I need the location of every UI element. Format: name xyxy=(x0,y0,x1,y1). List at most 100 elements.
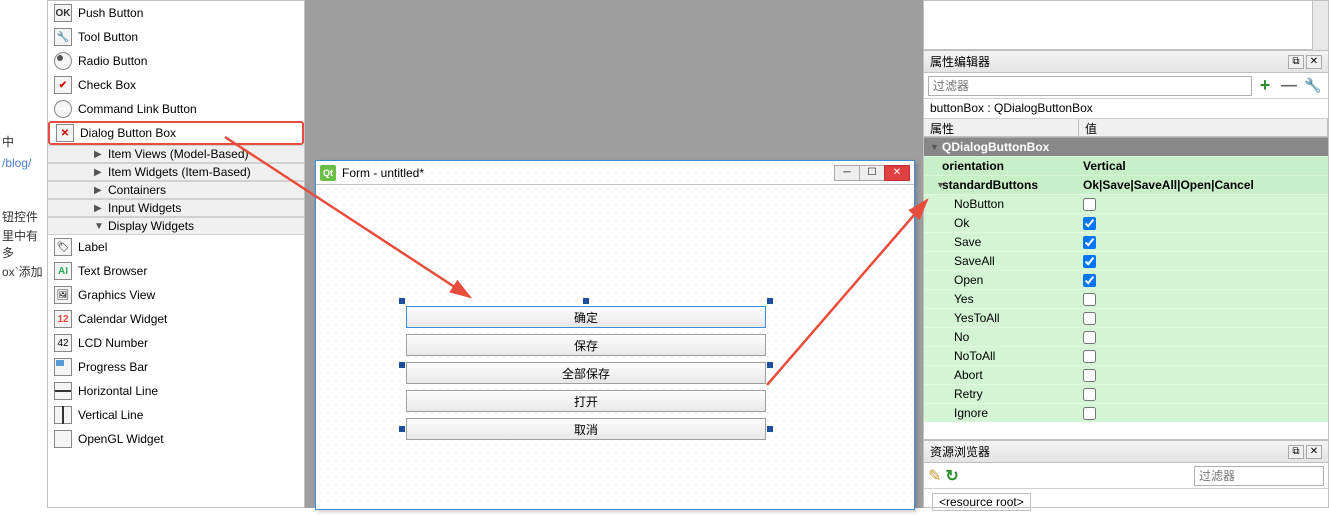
widget-label: Check Box xyxy=(78,78,136,92)
opt-notoall[interactable]: NoToAll xyxy=(924,346,1328,365)
blog-link[interactable]: /blog/ xyxy=(2,156,31,170)
widget-label: Vertical Line xyxy=(78,408,143,422)
category-display-widgets[interactable]: ▼Display Widgets xyxy=(48,217,304,235)
checkbox-notoall[interactable] xyxy=(1083,350,1096,363)
qt-icon: Qt xyxy=(320,165,336,181)
chevron-right-icon: ▶ xyxy=(94,149,102,160)
widget-label: Dialog Button Box xyxy=(80,126,176,140)
remove-property-button[interactable]: — xyxy=(1278,75,1300,97)
resource-browser-panel: 资源浏览器 ⧉ ✕ ✎ ↻ <resource root> xyxy=(923,440,1329,508)
chevron-down-icon[interactable]: ▼ xyxy=(930,142,942,152)
widget-tool-button[interactable]: 🔧Tool Button xyxy=(48,25,304,49)
widget-label: Calendar Widget xyxy=(78,312,167,326)
opt-abort[interactable]: Abort xyxy=(924,365,1328,384)
widget-dialog-button-box[interactable]: ✕Dialog Button Box xyxy=(48,121,304,145)
checkbox-open[interactable] xyxy=(1083,274,1096,287)
opt-yestoall[interactable]: YesToAll xyxy=(924,308,1328,327)
widget-box-panel: OKPush Button 🔧Tool Button Radio Button … xyxy=(47,0,305,508)
close-panel-button[interactable]: ✕ xyxy=(1306,55,1322,69)
opt-no[interactable]: No xyxy=(924,327,1328,346)
button-save[interactable]: 保存 xyxy=(406,334,766,356)
checkbox-no[interactable] xyxy=(1083,331,1096,344)
opt-ignore[interactable]: Ignore xyxy=(924,403,1328,422)
widget-label: LCD Number xyxy=(78,336,148,350)
close-panel-button[interactable]: ✕ xyxy=(1306,445,1322,459)
resource-tree[interactable]: <resource root> xyxy=(924,489,1328,515)
checkbox-nobutton[interactable] xyxy=(1083,198,1096,211)
widget-text-browser[interactable]: AIText Browser xyxy=(48,259,304,283)
widget-label: Command Link Button xyxy=(78,102,197,116)
design-canvas[interactable]: Qt Form - untitled* ─ ☐ ✕ 确定 保存 全部保存 打开 … xyxy=(305,0,923,508)
form-titlebar[interactable]: Qt Form - untitled* ─ ☐ ✕ xyxy=(316,161,914,185)
checkbox-yestoall[interactable] xyxy=(1083,312,1096,325)
resource-filter-input[interactable] xyxy=(1194,466,1324,486)
object-inspector-panel xyxy=(923,0,1329,50)
widget-label: OpenGL Widget xyxy=(78,432,164,446)
scrollbar[interactable] xyxy=(1312,1,1328,51)
button-cancel[interactable]: 取消 xyxy=(406,418,766,440)
widget-label: Horizontal Line xyxy=(78,384,158,398)
property-filter-input[interactable] xyxy=(928,76,1252,96)
checkbox-yes[interactable] xyxy=(1083,293,1096,306)
widget-vertical-line[interactable]: Vertical Line xyxy=(48,403,304,427)
opt-saveall[interactable]: SaveAll xyxy=(924,251,1328,270)
property-class-row[interactable]: ▼QDialogButtonBox xyxy=(924,137,1328,156)
minimize-button[interactable]: ─ xyxy=(834,165,860,181)
dock-button[interactable]: ⧉ xyxy=(1288,55,1304,69)
chevron-right-icon: ▶ xyxy=(94,203,102,214)
resource-browser-header[interactable]: 资源浏览器 ⧉ ✕ xyxy=(924,441,1328,463)
property-editor-panel: 属性编辑器 ⧉ ✕ + — 🔧 buttonBox : QDialogButto… xyxy=(923,50,1329,440)
widget-progress-bar[interactable]: Progress Bar xyxy=(48,355,304,379)
opt-save[interactable]: Save xyxy=(924,232,1328,251)
button-ok[interactable]: 确定 xyxy=(406,306,766,328)
checkbox-ok[interactable] xyxy=(1083,217,1096,230)
opt-open[interactable]: Open xyxy=(924,270,1328,289)
resource-root[interactable]: <resource root> xyxy=(932,493,1031,511)
form-title: Form - untitled* xyxy=(342,166,424,180)
widget-radio-button[interactable]: Radio Button xyxy=(48,49,304,73)
property-editor-header[interactable]: 属性编辑器 ⧉ ✕ xyxy=(924,51,1328,73)
dock-button[interactable]: ⧉ xyxy=(1288,445,1304,459)
maximize-button[interactable]: ☐ xyxy=(859,165,885,181)
widget-label-text: Label xyxy=(78,240,107,254)
category-item-views[interactable]: ▶Item Views (Model-Based) xyxy=(48,145,304,163)
dialog-button-box[interactable]: 确定 保存 全部保存 打开 取消 xyxy=(406,306,766,446)
settings-button[interactable]: 🔧 xyxy=(1302,75,1324,97)
widget-horizontal-line[interactable]: Horizontal Line xyxy=(48,379,304,403)
category-item-widgets[interactable]: ▶Item Widgets (Item-Based) xyxy=(48,163,304,181)
category-containers[interactable]: ▶Containers xyxy=(48,181,304,199)
checkbox-retry[interactable] xyxy=(1083,388,1096,401)
close-button[interactable]: ✕ xyxy=(884,165,910,181)
chevron-right-icon: ▶ xyxy=(94,167,102,178)
checkbox-saveall[interactable] xyxy=(1083,255,1096,268)
reload-resources-button[interactable]: ↻ xyxy=(945,466,958,486)
opt-nobutton[interactable]: NoButton xyxy=(924,194,1328,213)
checkbox-ignore[interactable] xyxy=(1083,407,1096,420)
property-standard-buttons[interactable]: ▼standardButtonsOk|Save|SaveAll|Open|Can… xyxy=(924,175,1328,194)
category-input-widgets[interactable]: ▶Input Widgets xyxy=(48,199,304,217)
opt-yes[interactable]: Yes xyxy=(924,289,1328,308)
checkbox-abort[interactable] xyxy=(1083,369,1096,382)
widget-check-box[interactable]: ✔Check Box xyxy=(48,73,304,97)
edit-resources-button[interactable]: ✎ xyxy=(928,466,941,486)
widget-push-button[interactable]: OKPush Button xyxy=(48,1,304,25)
widget-command-link[interactable]: ➔Command Link Button xyxy=(48,97,304,121)
property-orientation[interactable]: orientationVertical xyxy=(924,156,1328,175)
widget-calendar[interactable]: 12Calendar Widget xyxy=(48,307,304,331)
widget-opengl[interactable]: OpenGL Widget xyxy=(48,427,304,451)
button-saveall[interactable]: 全部保存 xyxy=(406,362,766,384)
opt-retry[interactable]: Retry xyxy=(924,384,1328,403)
widget-label[interactable]: 🏷Label xyxy=(48,235,304,259)
widget-graphics-view[interactable]: 🖼Graphics View xyxy=(48,283,304,307)
opt-ok[interactable]: Ok xyxy=(924,213,1328,232)
checkbox-save[interactable] xyxy=(1083,236,1096,249)
form-window[interactable]: Qt Form - untitled* ─ ☐ ✕ 确定 保存 全部保存 打开 … xyxy=(315,160,915,510)
widget-label: Tool Button xyxy=(78,30,138,44)
button-open[interactable]: 打开 xyxy=(406,390,766,412)
chevron-down-icon[interactable]: ▼ xyxy=(930,180,942,190)
widget-label: Graphics View xyxy=(78,288,155,302)
add-property-button[interactable]: + xyxy=(1254,75,1276,97)
property-tree[interactable]: ▼QDialogButtonBox orientationVertical ▼s… xyxy=(924,137,1328,439)
widget-lcd-number[interactable]: 42LCD Number xyxy=(48,331,304,355)
widget-label: Radio Button xyxy=(78,54,147,68)
